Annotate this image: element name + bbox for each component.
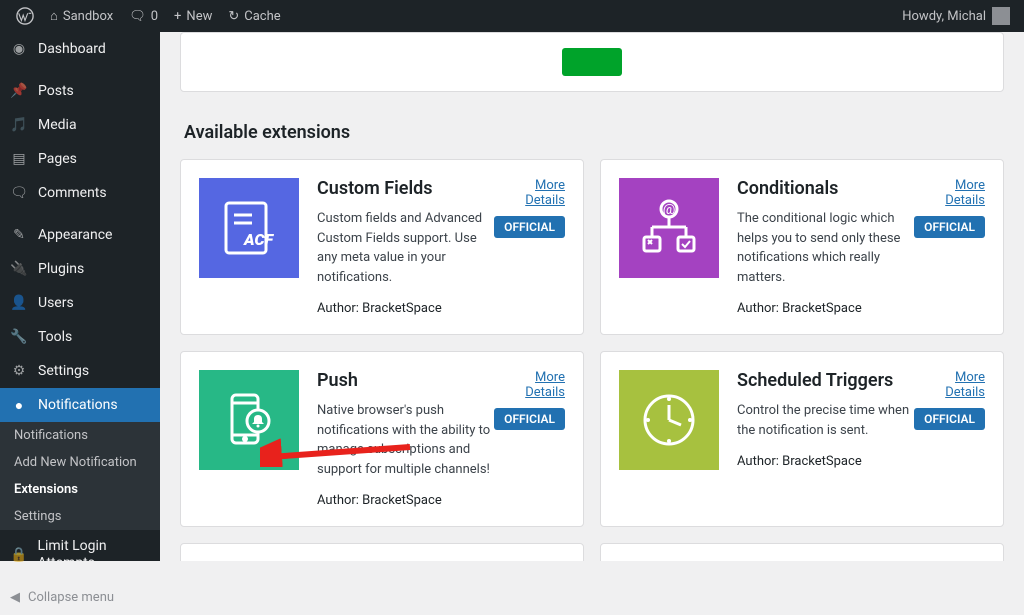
official-badge: OFFICIAL [914,408,985,430]
extension-title: Push [317,370,494,391]
extension-description: Control the precise time when the notifi… [737,401,914,440]
extension-icon: @ [619,178,719,278]
extension-card: ACF Custom Fields Custom fields and Adva… [180,159,584,335]
bell-icon: ● [10,396,28,414]
official-badge: OFFICIAL [914,216,985,238]
plus-icon: + [174,9,181,24]
home-icon: ⌂ [50,8,58,24]
sidebar-item-media[interactable]: 🎵 Media [0,108,160,142]
section-title: Available extensions [184,122,1004,143]
extension-author: Author: BracketSpace [317,493,494,508]
comment-icon: 🗨 [10,184,28,202]
brush-icon: ✎ [10,226,28,244]
extension-title: Conditionals [737,178,914,199]
pin-icon: 📌 [10,82,28,100]
sidebar-item-notifications[interactable]: ● Notifications [0,388,160,422]
admin-sidebar: ◉ Dashboard 📌 Posts 🎵 Media ▤ Pages 🗨 Comment… [0,32,160,561]
sidebar-item-label: Users [38,295,74,311]
sidebar-item-label: Notifications [38,397,118,413]
more-details-link[interactable]: More Details [914,370,985,400]
admin-toolbar: ⌂ Sandbox 🗨 0 + New ↻ Cache Howdy, Micha… [0,0,1024,32]
site-name: Sandbox [63,9,113,24]
extension-card: Push Native browser's push notifications… [180,351,584,527]
site-link[interactable]: ⌂ Sandbox [42,0,121,32]
extension-card: Subscriptions Create multiple subscripti… [180,543,584,561]
extension-description: Native browser's push notifications with… [317,401,494,479]
comments-count: 0 [151,9,158,24]
extension-icon: ACF [199,178,299,278]
sidebar-item-dashboard[interactable]: ◉ Dashboard [0,32,160,66]
sidebar-item-posts[interactable]: 📌 Posts [0,74,160,108]
sidebar-item-label: Dashboard [38,41,106,57]
more-details-link[interactable]: More Details [494,178,565,208]
banner-button[interactable] [562,48,622,76]
dashboard-icon: ◉ [10,40,28,58]
media-icon: 🎵 [10,116,28,134]
howdy-text: Howdy, Michal [902,9,986,24]
svg-text:@: @ [663,202,676,218]
submenu-add-new[interactable]: Add New Notification [0,449,160,476]
sidebar-item-comments[interactable]: 🗨 Comments [0,176,160,210]
extension-title: Scheduled Triggers [737,370,914,391]
tool-icon: 🔧 [10,328,28,346]
more-details-link[interactable]: More Details [914,178,985,208]
collapse-icon: ◀ [10,590,20,605]
sidebar-item-pages[interactable]: ▤ Pages [0,142,160,176]
plugin-icon: 🔌 [10,260,28,278]
official-badge: OFFICIAL [494,408,565,430]
top-banner [180,32,1004,92]
sidebar-item-plugins[interactable]: 🔌 Plugins [0,252,160,286]
official-badge: OFFICIAL [494,216,565,238]
extension-card: ✱zapier Zapier Integrate your notificati… [600,543,1004,561]
comments-link[interactable]: 🗨 0 [121,0,166,32]
sidebar-item-label: Settings [38,363,89,379]
cache-label: Cache [244,9,280,24]
submenu-extensions[interactable]: Extensions [0,476,160,503]
svg-text:ACF: ACF [243,230,275,249]
collapse-menu[interactable]: ◀ Collapse menu [0,580,160,615]
wp-logo[interactable] [8,0,42,32]
sidebar-item-label: Limit Login Attempts [37,538,150,572]
extension-title: Custom Fields [317,178,494,199]
sidebar-item-tools[interactable]: 🔧 Tools [0,320,160,354]
extension-description: The conditional logic which helps you to… [737,209,914,287]
extension-icon [199,370,299,470]
refresh-icon: ↻ [228,9,239,24]
sidebar-item-settings[interactable]: ⚙ Settings [0,354,160,388]
submenu-notifications[interactable]: Notifications [0,422,160,449]
sidebar-item-label: Comments [38,185,107,201]
sidebar-item-label: Tools [38,329,72,345]
sidebar-item-label: Plugins [38,261,84,277]
extension-author: Author: BracketSpace [317,301,494,316]
user-icon: 👤 [10,294,28,312]
sidebar-item-appearance[interactable]: ✎ Appearance [0,218,160,252]
extension-icon [619,370,719,470]
account-link[interactable]: Howdy, Michal [902,7,1016,25]
avatar [992,7,1010,25]
more-details-link[interactable]: More Details [494,370,565,400]
extension-author: Author: BracketSpace [737,301,914,316]
sidebar-item-label: Appearance [38,227,112,243]
extension-card: Scheduled Triggers Control the precise t… [600,351,1004,527]
extension-description: Custom fields and Advanced Custom Fields… [317,209,494,287]
submenu-settings[interactable]: Settings [0,503,160,530]
lock-icon: 🔒 [10,546,27,564]
sidebar-item-label: Pages [38,151,77,167]
collapse-label: Collapse menu [28,590,114,605]
extension-author: Author: BracketSpace [737,454,914,469]
new-link[interactable]: + New [166,0,220,32]
new-label: New [186,9,212,24]
gear-icon: ⚙ [10,362,28,380]
sidebar-item-label: Posts [38,83,74,99]
page-icon: ▤ [10,150,28,168]
extension-card: @ Conditionals The conditional logic whi… [600,159,1004,335]
comment-icon: 🗨 [129,9,146,24]
sidebar-item-label: Media [38,117,77,133]
sidebar-item-users[interactable]: 👤 Users [0,286,160,320]
cache-link[interactable]: ↻ Cache [220,0,288,32]
sidebar-item-limit-login[interactable]: 🔒 Limit Login Attempts [0,530,160,580]
main-content: Available extensions ACF Custom Fields C… [160,32,1024,561]
